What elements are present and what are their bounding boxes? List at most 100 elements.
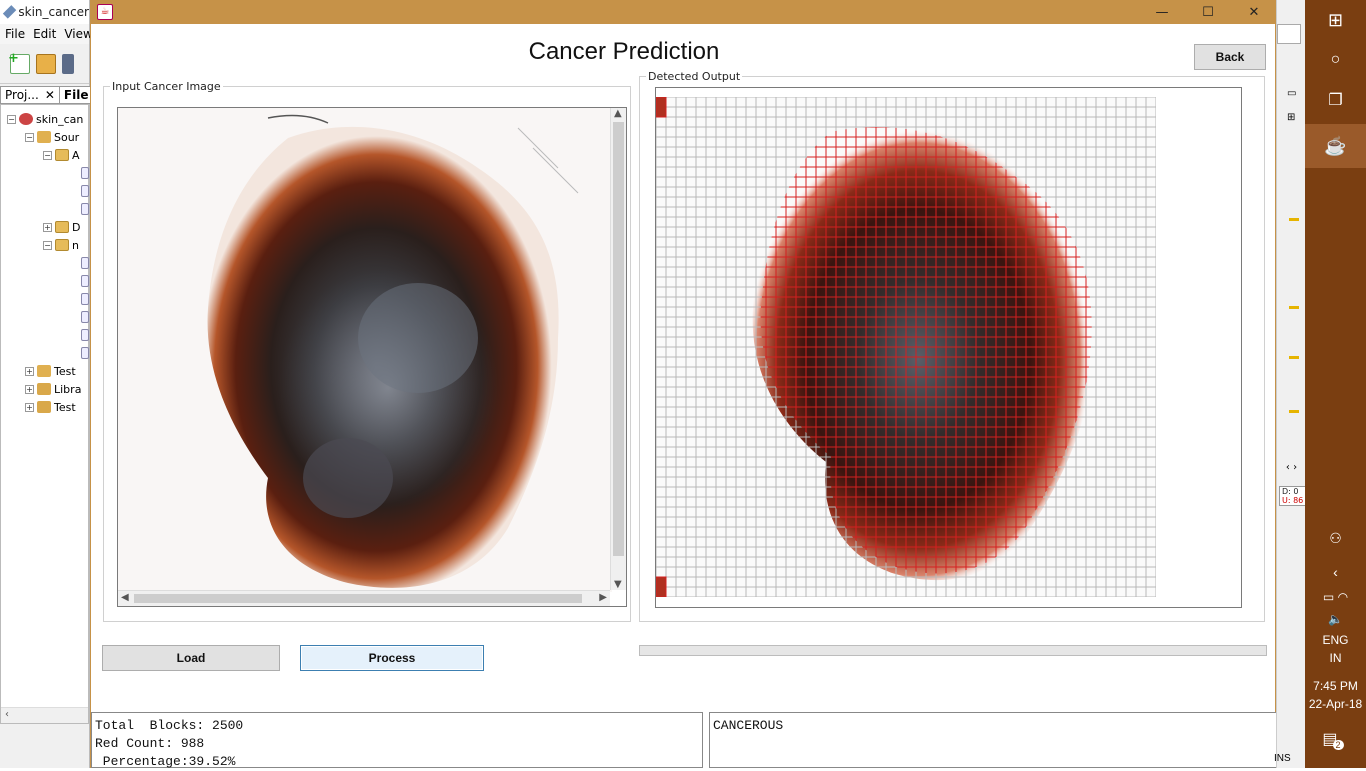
project-tree: − skin_can − Sour − A + D − n + Test + Libra + T… bbox=[0, 104, 89, 724]
task-view-icon[interactable]: ❐ bbox=[1305, 88, 1366, 112]
tree-item-file[interactable] bbox=[81, 327, 89, 343]
notification-count: 2 bbox=[1332, 740, 1344, 750]
java-app-icon[interactable]: ☕ bbox=[1305, 124, 1366, 168]
back-button[interactable]: Back bbox=[1194, 44, 1266, 70]
tree-item-libraries[interactable]: + Libra bbox=[25, 381, 81, 397]
package-icon bbox=[55, 221, 69, 233]
tree-item-file[interactable] bbox=[81, 291, 89, 307]
java-file-icon bbox=[81, 311, 89, 323]
input-panel-title: Input Cancer Image bbox=[112, 80, 221, 93]
input-image-scrollpane: ▲ ▼ ◀ ▶ bbox=[117, 107, 627, 607]
battery-icon[interactable]: ▭ ◠ bbox=[1305, 588, 1366, 606]
expand-icon[interactable]: + bbox=[25, 384, 34, 394]
horizontal-scrollbar[interactable]: ◀ ▶ bbox=[118, 590, 610, 606]
ide-toolbar: + bbox=[0, 44, 89, 84]
red-count-text: Red Count: 988 bbox=[95, 736, 205, 751]
language-label[interactable]: ENG bbox=[1305, 632, 1366, 648]
stats-textarea[interactable]: Total Blocks: 2500 Red Count: 988 Percent… bbox=[91, 712, 703, 769]
tree-item-source[interactable]: − Sour bbox=[25, 129, 79, 145]
clock-date[interactable]: 22-Apr-18 bbox=[1305, 696, 1366, 712]
folder-icon bbox=[37, 365, 51, 377]
tree-item-file[interactable] bbox=[81, 165, 89, 181]
chevron-left-icon[interactable]: ‹ bbox=[1305, 562, 1366, 582]
input-lesion-image bbox=[118, 108, 612, 592]
process-button[interactable]: Process bbox=[300, 645, 484, 671]
panel-icon[interactable]: ⊞ bbox=[1287, 112, 1295, 123]
window-titlebar: ☕ — ☐ ✕ bbox=[91, 0, 1275, 24]
java-file-icon bbox=[81, 347, 89, 359]
detected-grid-image bbox=[656, 97, 1156, 597]
result-text: CANCEROUS bbox=[713, 718, 784, 733]
windows-start-icon[interactable]: ⊞ bbox=[1305, 8, 1366, 32]
tree-item-file[interactable] bbox=[81, 255, 89, 271]
chevron-left-icon[interactable]: ◀ bbox=[121, 592, 129, 603]
clock-time[interactable]: 7:45 PM bbox=[1305, 678, 1366, 694]
tree-item-package-n[interactable]: − n bbox=[43, 237, 79, 253]
chevron-up-icon[interactable]: ▲ bbox=[614, 108, 622, 119]
people-icon[interactable]: ⚇ bbox=[1305, 526, 1366, 550]
tree-item-file[interactable] bbox=[81, 309, 89, 325]
page-title: Cancer Prediction bbox=[528, 38, 720, 65]
java-file-icon bbox=[81, 203, 89, 215]
close-icon[interactable]: ✕ bbox=[1231, 0, 1277, 24]
new-project-icon[interactable] bbox=[36, 53, 56, 74]
java-file-icon bbox=[81, 329, 89, 341]
collapse-icon[interactable]: − bbox=[43, 240, 52, 250]
tree-item-file[interactable] bbox=[81, 183, 89, 199]
marker bbox=[1289, 218, 1299, 221]
side-field bbox=[1277, 24, 1301, 44]
tree-item-test-packages[interactable]: + Test bbox=[25, 363, 76, 379]
expand-icon[interactable]: + bbox=[25, 402, 34, 412]
collapse-icon[interactable]: − bbox=[7, 114, 16, 124]
vertical-scrollbar[interactable]: ▲ ▼ bbox=[610, 108, 626, 590]
package-icon bbox=[55, 149, 69, 161]
menu-view[interactable]: View bbox=[64, 27, 92, 41]
search-icon[interactable]: ○ bbox=[1305, 48, 1366, 72]
scroll-thumb[interactable] bbox=[613, 122, 624, 556]
tree-hscroll[interactable]: ‹ bbox=[1, 707, 88, 723]
tree-item-file[interactable] bbox=[81, 201, 89, 217]
tab-projects[interactable]: Proj... ✕ bbox=[0, 86, 60, 104]
load-button[interactable]: Load bbox=[102, 645, 280, 671]
windows-taskbar: ⊞ ○ ❐ ☕ ⚇ ‹ ▭ ◠ 🔈 ENG IN 7:45 PM 22-Apr-… bbox=[1305, 0, 1366, 768]
result-textarea[interactable]: CANCEROUS bbox=[709, 712, 1277, 768]
open-project-icon[interactable] bbox=[62, 53, 74, 74]
region-label[interactable]: IN bbox=[1305, 650, 1366, 666]
menu-file[interactable]: File bbox=[5, 27, 25, 41]
app-window: ☕ — ☐ ✕ Cancer Prediction Back Input Can… bbox=[90, 0, 1277, 769]
tree-item-file[interactable] bbox=[81, 345, 89, 361]
progress-bar bbox=[639, 645, 1267, 656]
java-file-icon bbox=[81, 257, 89, 269]
new-file-icon[interactable]: + bbox=[8, 51, 30, 74]
collapse-icon[interactable]: − bbox=[43, 150, 52, 160]
minimize-icon[interactable]: — bbox=[1139, 0, 1185, 24]
ide-titlebar: skin_cancer bbox=[0, 0, 89, 24]
tree-item-file[interactable] bbox=[81, 273, 89, 289]
library-icon bbox=[37, 383, 51, 395]
java-file-icon bbox=[81, 293, 89, 305]
expand-icon[interactable]: + bbox=[25, 366, 34, 376]
chevron-left-icon[interactable]: ‹ › bbox=[1277, 462, 1306, 476]
maximize-panel-icon[interactable]: ▭ bbox=[1287, 88, 1296, 99]
notification-icon[interactable]: ▤ 2 bbox=[1305, 728, 1366, 750]
scroll-thumb[interactable] bbox=[134, 594, 582, 603]
java-file-icon bbox=[81, 167, 89, 179]
tree-item-package-a[interactable]: − A bbox=[43, 147, 80, 163]
package-icon bbox=[55, 239, 69, 251]
ide-title: skin_cancer bbox=[18, 5, 89, 19]
expand-icon[interactable]: + bbox=[43, 222, 52, 232]
volume-icon[interactable]: 🔈 bbox=[1305, 610, 1366, 628]
detected-output-pane bbox=[655, 87, 1242, 608]
chevron-down-icon[interactable]: ▼ bbox=[614, 579, 622, 590]
folder-icon bbox=[37, 131, 51, 143]
tab-files[interactable]: File bbox=[59, 86, 94, 104]
tree-item-package-d[interactable]: + D bbox=[43, 219, 80, 235]
tree-item-root[interactable]: − skin_can bbox=[7, 111, 83, 127]
ide-menubar: File Edit View bbox=[0, 24, 93, 44]
chevron-right-icon[interactable]: ▶ bbox=[599, 592, 607, 603]
maximize-icon[interactable]: ☐ bbox=[1185, 0, 1231, 24]
close-icon[interactable]: ✕ bbox=[45, 88, 55, 102]
menu-edit[interactable]: Edit bbox=[33, 27, 56, 41]
collapse-icon[interactable]: − bbox=[25, 132, 34, 142]
tree-item-test-libraries[interactable]: + Test bbox=[25, 399, 76, 415]
